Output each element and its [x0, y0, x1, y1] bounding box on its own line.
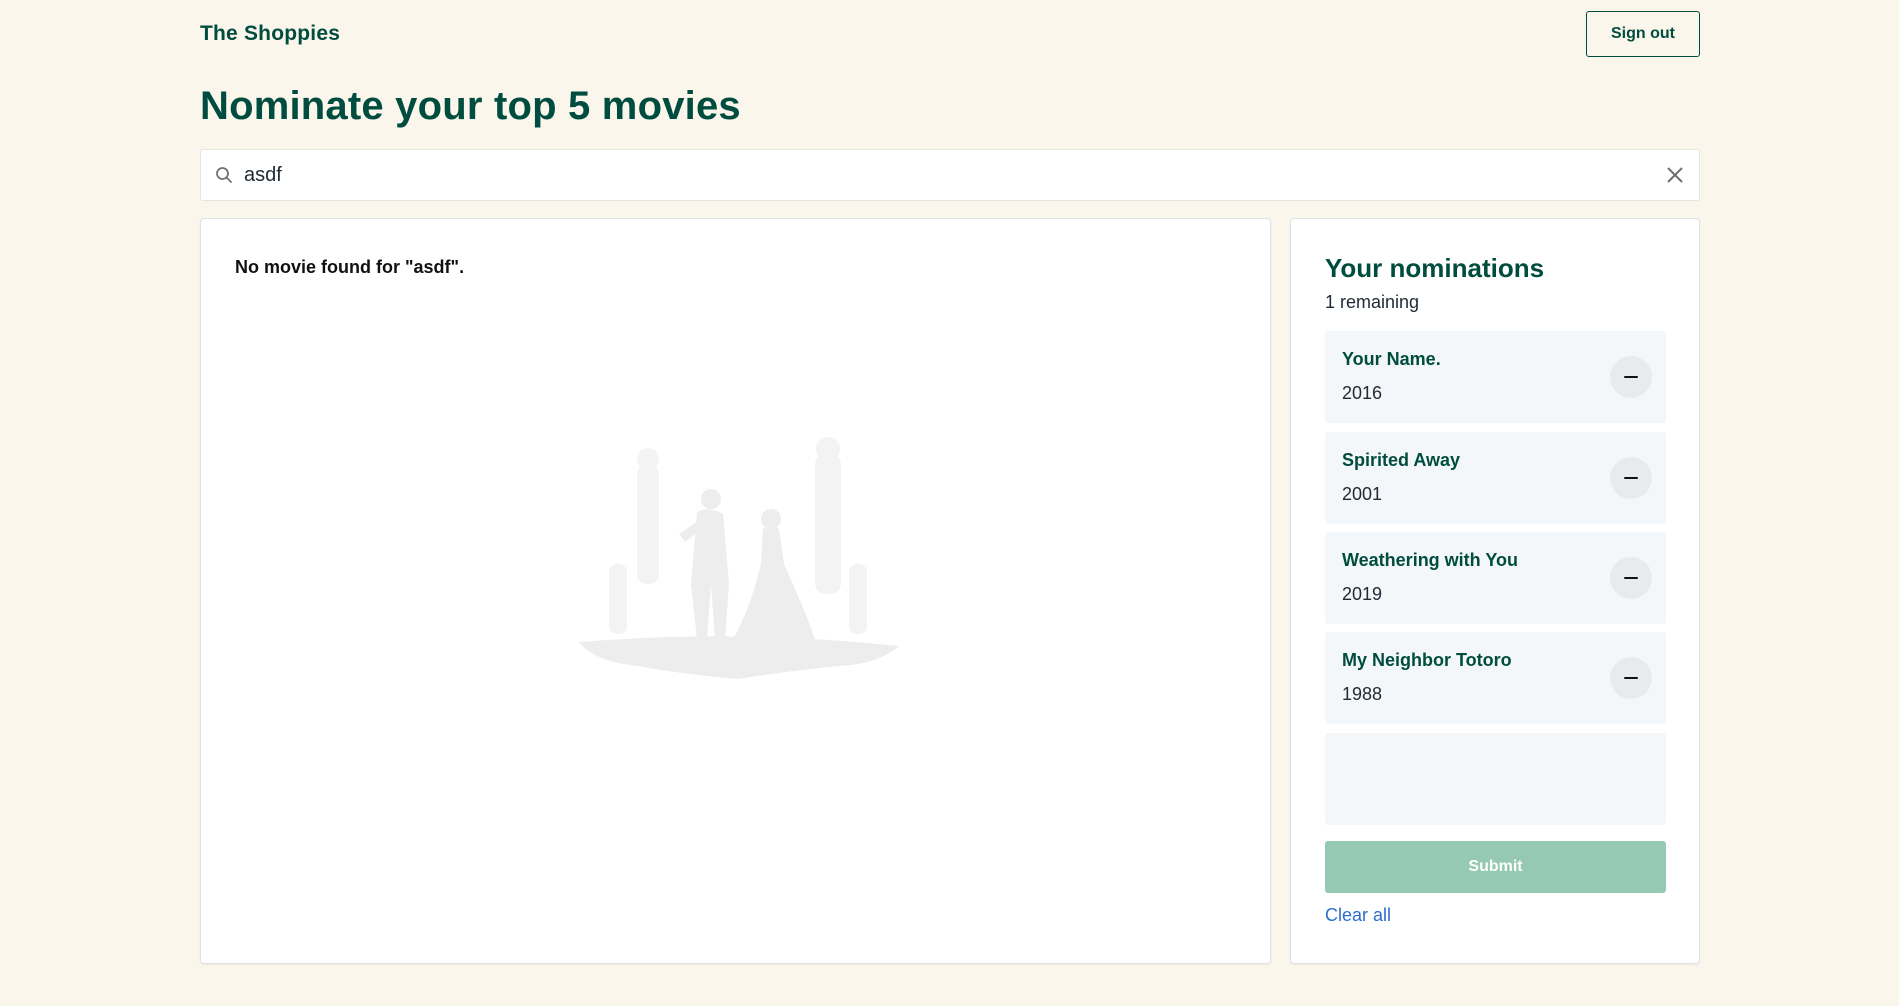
no-results-message: No movie found for "asdf".	[235, 257, 465, 277]
empty-nomination-slot	[1325, 733, 1666, 825]
minus-icon	[1624, 375, 1638, 379]
search-results-panel: No movie found for "asdf".	[200, 218, 1271, 964]
minus-icon	[1624, 576, 1638, 580]
nomination-year: 2019	[1342, 584, 1383, 604]
close-icon[interactable]	[1663, 163, 1687, 187]
page-title: Nominate your top 5 movies	[200, 84, 741, 128]
search-bar	[200, 149, 1700, 201]
remove-nomination-button[interactable]	[1610, 557, 1652, 599]
nomination-title: Your Name.	[1342, 349, 1441, 369]
minus-icon	[1624, 476, 1638, 480]
remove-nomination-button[interactable]	[1610, 457, 1652, 499]
nomination-year: 2016	[1342, 383, 1383, 403]
brand-logo: The Shoppies	[200, 22, 341, 45]
search-icon	[214, 165, 234, 185]
remaining-count: 1 remaining	[1325, 292, 1420, 312]
nomination-item: Weathering with You 2019	[1325, 532, 1666, 624]
search-input[interactable]	[244, 150, 1663, 200]
nominations-panel: Your nominations 1 remaining Your Name. …	[1290, 218, 1700, 964]
remove-nomination-button[interactable]	[1610, 356, 1652, 398]
nomination-title: My Neighbor Totoro	[1342, 650, 1512, 670]
nomination-year: 2001	[1342, 484, 1383, 504]
submit-button[interactable]: Submit	[1325, 841, 1666, 893]
nomination-item: My Neighbor Totoro 1988	[1325, 632, 1666, 724]
sign-out-button[interactable]: Sign out	[1586, 11, 1700, 57]
nomination-item: Spirited Away 2001	[1325, 432, 1666, 524]
nominations-title: Your nominations	[1325, 253, 1545, 283]
nomination-item: Your Name. 2016	[1325, 331, 1666, 423]
remove-nomination-button[interactable]	[1610, 657, 1652, 699]
app-container: The Shoppies Sign out Nominate your top …	[200, 0, 1700, 1006]
clear-all-link[interactable]: Clear all	[1325, 905, 1391, 926]
minus-icon	[1624, 676, 1638, 680]
award-ceremony-illustration	[579, 437, 899, 679]
nomination-year: 1988	[1342, 684, 1383, 704]
nomination-title: Weathering with You	[1342, 550, 1519, 570]
nomination-title: Spirited Away	[1342, 450, 1461, 470]
